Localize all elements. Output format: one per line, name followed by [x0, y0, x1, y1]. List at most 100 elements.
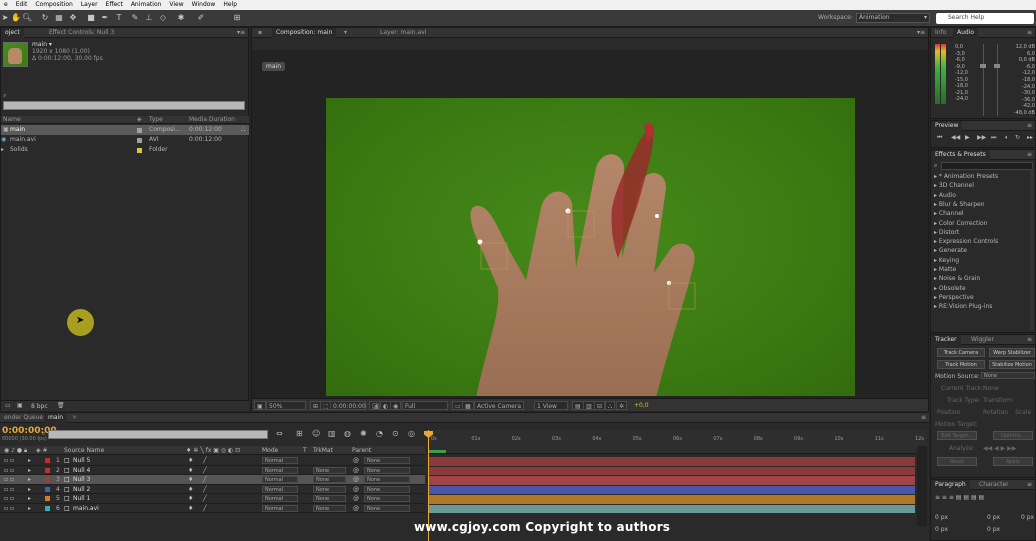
pickwhip-icon[interactable]: @ — [353, 456, 359, 466]
menu-edit[interactable]: Edit — [12, 0, 32, 10]
column-media-duration[interactable]: Media Duration — [189, 116, 235, 124]
quality-switch-icon[interactable]: ╱ — [203, 466, 207, 476]
menu-animation[interactable]: Animation — [127, 0, 166, 10]
tab-close-icon[interactable]: ▾ — [340, 28, 351, 38]
layer-trkmat-dropdown[interactable]: None — [313, 476, 346, 483]
expand-arrow-icon[interactable]: ▸ — [28, 504, 31, 514]
pickwhip-icon[interactable]: @ — [353, 494, 359, 504]
layer-mode-dropdown[interactable]: Normal — [262, 476, 298, 483]
folder-expand-icon[interactable]: ▸ — [1, 145, 4, 155]
rotation-checkbox[interactable]: Rotation — [983, 409, 1008, 416]
selection-tool-icon[interactable]: ➤ — [0, 12, 10, 24]
clone-stamp-tool-icon[interactable]: ⊥ — [144, 12, 154, 24]
effects-category[interactable]: ▸ Expression Controls — [934, 237, 998, 246]
play-icon[interactable]: ▶ — [965, 134, 970, 141]
column-parent[interactable]: Parent — [352, 447, 371, 454]
layer-parent-dropdown[interactable]: None — [364, 457, 410, 464]
quality-switch-icon[interactable]: ╱ — [203, 475, 207, 485]
layer-name[interactable]: Null 4 — [73, 466, 90, 476]
tab-info[interactable]: Info — [931, 28, 950, 38]
transparency-grid-icon[interactable]: ▦ — [462, 401, 474, 410]
layer-mode-dropdown[interactable]: Normal — [262, 466, 298, 474]
expand-arrow-icon[interactable]: ▸ — [28, 456, 31, 466]
project-search-input[interactable] — [3, 101, 245, 110]
lock-icon[interactable]: ▪ — [254, 28, 266, 38]
expand-arrow-icon[interactable]: ▸ — [28, 466, 31, 476]
tab-render-queue[interactable]: ender Queue — [0, 413, 47, 423]
hand-tool-icon[interactable]: ✋ — [11, 12, 21, 24]
trash-icon[interactable]: 🗑︎ — [57, 402, 65, 409]
column-type[interactable]: Type — [149, 116, 163, 124]
effects-category[interactable]: ▸ Perspective — [934, 293, 974, 302]
project-row-solids[interactable]: ▸ Solids Folder — [1, 145, 249, 155]
frame-blending-icon[interactable]: ▥ — [328, 429, 336, 438]
apply-button[interactable]: Apply — [993, 457, 1033, 466]
layer-label-swatch[interactable] — [45, 458, 50, 463]
effects-category[interactable]: ▸ Color Correction — [934, 219, 988, 228]
effects-search-input[interactable] — [941, 162, 1033, 170]
layer-mode-dropdown[interactable]: Normal — [262, 485, 298, 493]
layer-parent-dropdown[interactable]: None — [364, 504, 410, 512]
tab-layer-main-avi[interactable]: Layer: main.avi — [376, 28, 430, 38]
effects-category[interactable]: ▸ Distort — [934, 228, 959, 237]
audio-slider-left[interactable] — [983, 44, 984, 116]
expand-arrow-icon[interactable]: ▸ — [28, 494, 31, 504]
first-frame-icon[interactable]: ⏮ — [937, 134, 942, 142]
quality-switch-icon[interactable]: ╱ — [203, 504, 207, 514]
indent-right-value[interactable]: 0 px — [987, 514, 1000, 521]
auto-keyframe-icon[interactable]: ⊙ — [392, 429, 399, 438]
tab-wiggler[interactable]: Wiggler — [967, 335, 998, 345]
timeline-scrollbar[interactable] — [917, 446, 927, 526]
shy-switch-icon[interactable]: ♦ — [188, 466, 193, 476]
layer-trkmat-dropdown[interactable]: None — [313, 485, 346, 493]
toggle-pixel-aspect-icon[interactable]: ▤ — [572, 401, 584, 410]
panel-menu-icon[interactable]: ▾≡ — [917, 28, 925, 38]
layer-parent-dropdown[interactable]: None — [364, 495, 410, 502]
column-source-name[interactable]: Source Name — [64, 447, 104, 454]
column-name[interactable]: Name — [3, 116, 21, 124]
layer-parent-dropdown[interactable]: None — [364, 476, 410, 483]
layer-row[interactable]: ▫ ▫ ▸ 4 □ Null 2 ♦ ╱ Normal None @ None — [0, 485, 425, 495]
project-row-main-avi[interactable]: ◉ main.avi AVI 0:00:12:00 — [1, 135, 249, 145]
motion-source-dropdown[interactable]: None — [981, 372, 1035, 379]
visibility-icon[interactable]: ▫ ▫ — [4, 475, 14, 485]
loop-icon[interactable]: ↻ — [1015, 134, 1020, 141]
draft-3d-icon[interactable]: ⊞ — [296, 429, 303, 438]
tab-project[interactable]: oject — [1, 28, 24, 38]
timeline-ruler[interactable]: 0s 01s 02s 03s 04s 05s 06s 07s 08s 09s 10s 11s 12s — [427, 430, 927, 454]
pan-behind-tool-icon[interactable]: ✥ — [68, 12, 78, 24]
tab-timeline-main[interactable]: main — [44, 413, 67, 423]
prev-frame-icon[interactable]: ◀◀ — [951, 134, 960, 141]
audio-slider-right[interactable] — [997, 44, 998, 116]
effects-scrollbar[interactable] — [1030, 170, 1034, 330]
menu-help[interactable]: Help — [219, 0, 241, 10]
position-checkbox[interactable]: Position — [937, 409, 960, 416]
shy-switch-icon[interactable]: ♦ — [188, 456, 193, 466]
tab-preview[interactable]: Preview — [931, 121, 963, 131]
last-frame-icon[interactable]: ⏭ — [991, 134, 996, 142]
layer-label-swatch[interactable] — [45, 477, 50, 482]
effects-category[interactable]: ▸ Audio — [934, 191, 956, 200]
puppet-tool-icon[interactable]: ✐ — [196, 12, 206, 24]
layer-name[interactable]: Null 3 — [73, 475, 90, 485]
exposure-reset-icon[interactable]: ✲ — [616, 401, 628, 410]
effects-category[interactable]: ▸ Matte — [934, 265, 956, 274]
hide-shy-icon[interactable]: ☺ — [312, 429, 320, 438]
graph-editor-icon[interactable]: ◔ — [376, 429, 383, 438]
shy-switch-icon[interactable]: ♦ — [188, 475, 193, 485]
visibility-icon[interactable]: ▫ ▫ — [4, 494, 14, 504]
workspace-dropdown[interactable]: Animation ▾ — [856, 13, 930, 23]
search-help-input[interactable]: Search Help — [936, 13, 1034, 24]
layer-duration-bar[interactable] — [428, 476, 915, 485]
layer-name[interactable]: Null 5 — [73, 456, 90, 466]
layer-name[interactable]: Null 2 — [73, 485, 90, 495]
project-row-main[interactable]: ▣ main Composi... 0:00:12:00 ⛬ — [1, 125, 249, 135]
panel-menu-icon[interactable]: ≡ — [1027, 335, 1032, 345]
resolution-dropdown[interactable]: Full — [402, 401, 448, 410]
tab-paragraph[interactable]: Paragraph — [931, 480, 970, 490]
layer-duration-bar[interactable] — [428, 485, 915, 494]
roto-brush-tool-icon[interactable]: ✱ — [176, 12, 186, 24]
layer-row[interactable]: ▫ ▫ ▸ 2 □ Null 4 ♦ ╱ Normal None @ None — [0, 466, 425, 476]
label-swatch[interactable] — [137, 148, 142, 153]
current-time-display[interactable]: 0:00:00:00 — [330, 401, 366, 410]
